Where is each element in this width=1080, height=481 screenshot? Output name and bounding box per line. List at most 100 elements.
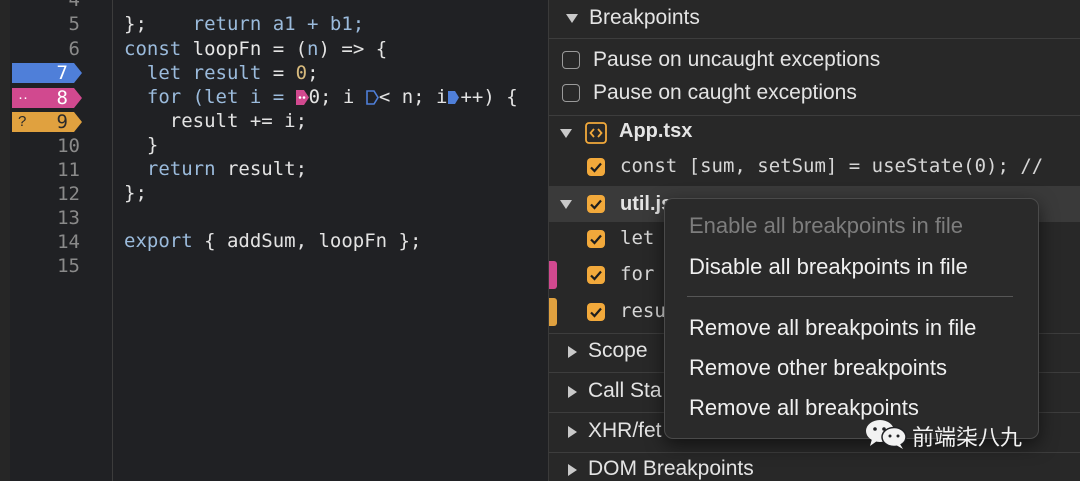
- conditional-icon: ?: [18, 113, 27, 130]
- code-text: < n; i: [378, 86, 448, 108]
- breakpoint-checkbox[interactable]: [587, 303, 605, 321]
- keyword: const: [124, 38, 193, 60]
- code-text: 0; i: [308, 86, 366, 108]
- inline-breakpoint-icon[interactable]: [447, 90, 460, 105]
- section-title: DOM Breakpoints: [588, 457, 754, 480]
- breakpoint-code: const [sum, setSum] = useState(0); //: [620, 155, 1044, 177]
- line-number[interactable]: 6: [14, 37, 80, 61]
- code-text: ;: [307, 62, 319, 84]
- watermark-text: 前端柒八九: [912, 426, 1023, 451]
- checkmark-icon: [590, 162, 602, 173]
- code-text: =: [261, 62, 296, 84]
- line-number[interactable]: 12: [14, 182, 80, 206]
- menu-item-disable-all-in-file[interactable]: Disable all breakpoints in file: [689, 254, 968, 280]
- gutter-separator: [112, 0, 113, 481]
- checkmark-icon: [590, 270, 602, 281]
- breakpoint-code: for: [620, 263, 655, 285]
- breakpoint-checkbox[interactable]: [587, 158, 605, 176]
- checkmark-icon: [590, 307, 602, 318]
- line-number: 9: [56, 111, 68, 133]
- code-line-7[interactable]: let result = 0;: [124, 61, 319, 85]
- line-number[interactable]: 4: [14, 0, 80, 12]
- code-text: i =: [238, 86, 296, 108]
- file-group-app-tsx[interactable]: App.tsx: [549, 118, 1080, 148]
- code-text: = (: [261, 38, 308, 60]
- code-editor[interactable]: 4 5 6 7 ·· 8 ? 9 10 11 12 13 14 15 retur…: [0, 0, 548, 481]
- breakpoint-checkbox[interactable]: [587, 230, 605, 248]
- breakpoint-marker-line-9[interactable]: ? 9: [12, 112, 82, 132]
- pause-caught-option[interactable]: Pause on caught exceptions: [549, 79, 1080, 109]
- code-line-6[interactable]: const loopFn = (n) => {: [124, 37, 387, 61]
- line-number[interactable]: 11: [14, 158, 80, 182]
- code-text: ++) {: [460, 86, 518, 108]
- identifier: result: [192, 62, 262, 84]
- dom-breakpoints-section-header[interactable]: DOM Breakpoints: [549, 455, 1080, 481]
- section-title: XHR/fet: [588, 419, 662, 442]
- breakpoint-code: let: [620, 227, 655, 249]
- parameter: n: [307, 38, 319, 60]
- divider: [549, 452, 1080, 453]
- line-number[interactable]: 13: [14, 206, 80, 230]
- line-number[interactable]: 15: [14, 254, 80, 278]
- keyword: return: [124, 158, 227, 180]
- checkmark-icon: [590, 234, 602, 245]
- code-line-10[interactable]: }: [124, 133, 158, 157]
- code-line-4[interactable]: return a1 + b1;: [124, 0, 365, 35]
- breakpoint-marker-line-8[interactable]: ·· 8: [12, 88, 82, 108]
- inline-breakpoint-icon[interactable]: [366, 90, 379, 105]
- file-checkbox[interactable]: [587, 195, 605, 213]
- breakpoint-code: resu: [620, 300, 666, 322]
- chevron-down-icon: [560, 129, 572, 138]
- keyword: let: [204, 86, 239, 108]
- code-line-9[interactable]: result += i;: [124, 109, 307, 133]
- logpoint-icon: ··: [18, 89, 28, 106]
- breakpoints-section-header[interactable]: Breakpoints: [549, 0, 1080, 38]
- file-name: App.tsx: [619, 120, 693, 142]
- chevron-right-icon: [568, 346, 577, 358]
- identifier: loopFn: [192, 38, 262, 60]
- breakpoint-checkbox[interactable]: [587, 266, 605, 284]
- menu-item-enable-all-in-file[interactable]: Enable all breakpoints in file: [689, 213, 963, 239]
- code-line-5[interactable]: };: [124, 12, 147, 36]
- code-line-8[interactable]: for (let i = 0; i < n; i ++) {: [124, 85, 518, 109]
- file-code-icon: [585, 122, 607, 144]
- pause-uncaught-checkbox[interactable]: [562, 51, 580, 69]
- code-line-14[interactable]: export { addSum, loopFn };: [124, 229, 421, 253]
- menu-separator: [687, 296, 1013, 297]
- code-line-11[interactable]: return result;: [124, 157, 307, 181]
- breakpoint-entry[interactable]: const [sum, setSum] = useState(0); //: [549, 152, 1080, 182]
- pause-uncaught-option[interactable]: Pause on uncaught exceptions: [549, 46, 1080, 76]
- menu-item-remove-other[interactable]: Remove other breakpoints: [689, 355, 947, 381]
- option-label: Pause on uncaught exceptions: [593, 48, 881, 71]
- section-title: Breakpoints: [589, 6, 700, 29]
- inline-logpoint-icon[interactable]: [295, 90, 309, 105]
- chevron-right-icon: [568, 386, 577, 398]
- breakpoint-marker-line-7[interactable]: 7: [12, 63, 82, 83]
- section-title: Scope: [588, 339, 648, 362]
- wechat-icon: [866, 420, 907, 449]
- pause-caught-checkbox[interactable]: [562, 84, 580, 102]
- code-text: ) => {: [318, 38, 388, 60]
- editor-left-strip: [0, 0, 10, 481]
- breakpoint-blue-shape: [12, 63, 82, 83]
- code-text: { addSum, loopFn };: [192, 230, 422, 252]
- number-literal: 0: [295, 62, 308, 84]
- chevron-right-icon: [568, 464, 577, 476]
- conditional-breakpoint-indicator: [549, 298, 557, 326]
- checkmark-icon: [590, 199, 602, 210]
- line-number: 8: [56, 87, 68, 109]
- keyword: for (: [124, 86, 205, 108]
- line-number[interactable]: 14: [14, 230, 80, 254]
- divider: [549, 38, 1080, 39]
- line-number[interactable]: 10: [14, 134, 80, 158]
- logpoint-indicator: [549, 261, 557, 289]
- menu-item-remove-all-in-file[interactable]: Remove all breakpoints in file: [689, 315, 976, 341]
- code-line-12[interactable]: };: [124, 181, 147, 205]
- option-label: Pause on caught exceptions: [593, 81, 857, 104]
- line-number: 7: [56, 62, 68, 84]
- section-title: Call Sta: [588, 379, 662, 402]
- code-text: return a1 + b1;: [169, 13, 365, 35]
- chevron-down-icon: [566, 14, 578, 23]
- line-number[interactable]: 5: [14, 12, 80, 36]
- context-menu[interactable]: Enable all breakpoints in file Disable a…: [664, 198, 1039, 439]
